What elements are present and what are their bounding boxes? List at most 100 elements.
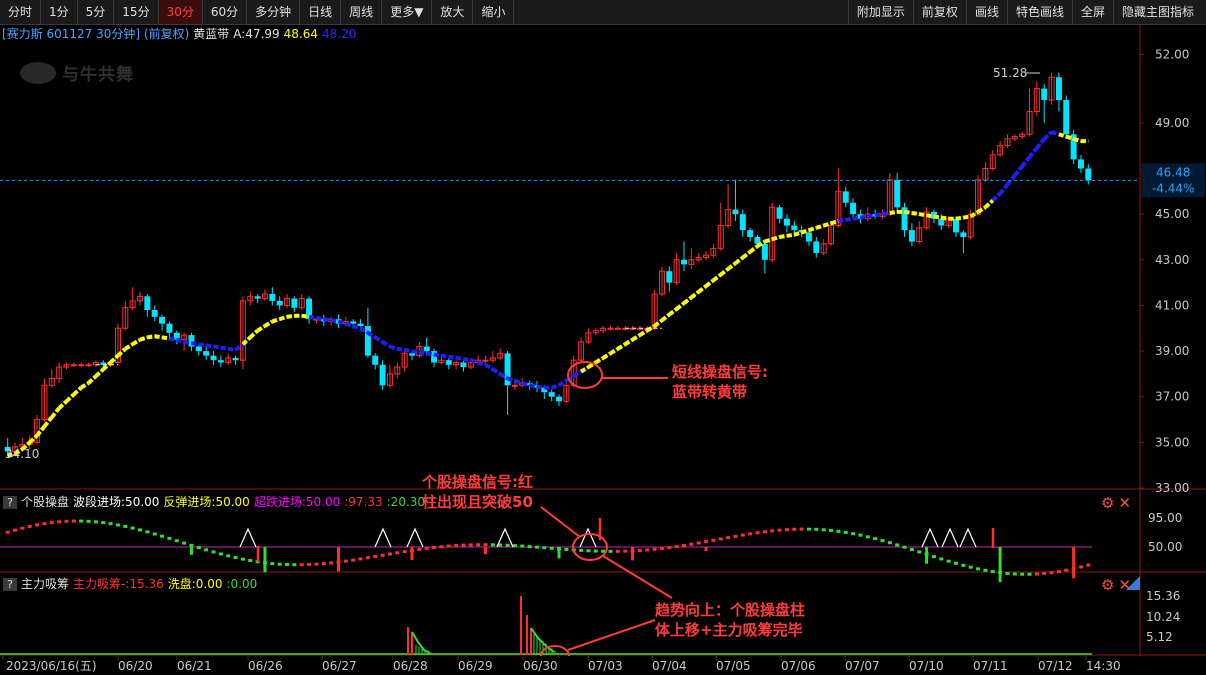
band-segment xyxy=(963,214,972,220)
date-label: 14:30 xyxy=(1086,659,1121,673)
band-segment xyxy=(616,342,627,351)
candle-body xyxy=(783,218,790,226)
oscillator-dot xyxy=(733,534,738,538)
band-segment xyxy=(697,284,708,294)
candle-body xyxy=(548,392,555,397)
band-segment xyxy=(484,363,494,372)
candle-body xyxy=(681,259,687,265)
panel3-value-0: 主力吸筹-:15.36 xyxy=(73,577,164,591)
date-label: 07/04 xyxy=(652,659,687,673)
band-segment xyxy=(675,301,686,311)
band-segment xyxy=(1013,164,1024,177)
band-segment xyxy=(404,347,413,354)
band-segment xyxy=(131,337,142,346)
panel2-value-2: 超跌进场:50.00 xyxy=(253,495,341,509)
oscillator-dot xyxy=(990,570,995,574)
oscillator-dot xyxy=(689,542,694,546)
band-segment xyxy=(984,198,995,209)
oscillator-dot xyxy=(792,527,797,531)
band-segment xyxy=(80,381,90,390)
oscillator-dot xyxy=(961,563,966,567)
oscillator-dot xyxy=(454,544,459,548)
annotation-pointer xyxy=(540,506,581,538)
oscillator-dot xyxy=(439,545,444,549)
oscillator-dot xyxy=(1034,572,1039,576)
oscillator-dot xyxy=(659,546,664,550)
y-tick-label: 39.00 xyxy=(1155,344,1189,358)
band-segment xyxy=(580,365,590,374)
candle-body xyxy=(195,346,202,352)
panel2-values: 波段进场:50.00 反弹进场:50.00 超跌进场:50.00:97.33:20.… xyxy=(73,494,429,510)
candle-body xyxy=(166,323,173,333)
candle-body xyxy=(607,327,614,330)
band-segment xyxy=(308,314,317,320)
panel3-help-icon[interactable]: ? xyxy=(3,577,17,591)
oscillator-dot xyxy=(86,519,91,523)
close-icon[interactable]: ✕ xyxy=(1118,494,1131,512)
date-label: 07/06 xyxy=(781,659,816,673)
oscillator-dot xyxy=(211,550,216,554)
date-label: 06/30 xyxy=(523,659,558,673)
oscillator-dot xyxy=(542,546,547,550)
annotation-line: 蓝带转黄带 xyxy=(672,383,748,401)
date-label: 2023/06/16(五) xyxy=(6,659,97,673)
panel3-value-1: 洗盘:0.00 xyxy=(167,577,223,591)
oscillator-dot xyxy=(329,561,334,565)
kline-chart[interactable]: 52.0049.0047.0045.0043.0041.0039.0037.00… xyxy=(0,0,1206,675)
band-segment xyxy=(463,357,472,363)
band-segment xyxy=(779,233,788,239)
oscillator-dot xyxy=(167,536,172,540)
oscillator-dot xyxy=(806,527,811,531)
band-segment xyxy=(594,356,605,365)
oscillator-dot xyxy=(704,540,709,544)
band-segment xyxy=(248,329,259,339)
oscillator-dot xyxy=(895,543,900,547)
candle-body xyxy=(85,364,92,367)
date-label: 07/05 xyxy=(716,659,751,673)
oscillator-dot xyxy=(579,548,584,552)
annotation-line: 趋势向上：个股操盘柱 xyxy=(655,601,806,619)
oscillator-dot xyxy=(887,541,892,545)
candle-body xyxy=(151,310,158,317)
band-segment xyxy=(734,255,745,265)
date-label: 07/12 xyxy=(1038,659,1073,673)
band-segment xyxy=(631,333,641,342)
candle-body xyxy=(482,359,489,362)
candle-body xyxy=(217,360,224,363)
panel2-value-1: 反弹进场:50.00 xyxy=(163,495,250,509)
oscillator-dot xyxy=(380,553,385,557)
oscillator-dot xyxy=(976,567,981,571)
candle-body xyxy=(1085,168,1092,181)
close-icon[interactable]: ✕ xyxy=(1118,576,1131,594)
band-segment xyxy=(638,328,649,337)
band-segment xyxy=(653,318,664,328)
date-label: 07/11 xyxy=(973,659,1008,673)
settings-gear-icon[interactable]: ⚙ xyxy=(1101,494,1114,512)
oscillator-dot xyxy=(108,522,113,526)
band-segment xyxy=(263,319,274,328)
panel2-help-icon[interactable]: ? xyxy=(3,495,17,509)
y-tick-label: 52.00 xyxy=(1155,47,1189,61)
band-segment xyxy=(94,367,105,378)
band-segment xyxy=(704,278,715,288)
oscillator-dot xyxy=(358,557,363,561)
candle-body xyxy=(460,362,467,368)
candle-body xyxy=(159,316,166,324)
panel2-name[interactable]: 个股操盘 xyxy=(21,494,69,510)
oscillator-dot xyxy=(564,547,569,551)
candle-body xyxy=(78,364,85,367)
band-segment xyxy=(345,321,354,328)
oscillator-dot xyxy=(527,545,532,549)
oscillator-dot xyxy=(711,538,716,542)
panel3-name[interactable]: 主力吸筹 xyxy=(21,576,69,592)
oscillator-dot xyxy=(954,561,958,565)
settings-gear-icon[interactable]: ⚙ xyxy=(1101,576,1114,594)
oscillator-dot xyxy=(718,537,723,541)
band-segment xyxy=(719,267,730,277)
oscillator-dot xyxy=(240,557,245,561)
candle-body xyxy=(776,207,783,219)
oscillator-dot xyxy=(270,562,275,566)
oscillator-dot xyxy=(417,547,422,551)
annotation-line: 短线操盘信号: xyxy=(672,363,768,381)
band-segment xyxy=(786,232,795,238)
